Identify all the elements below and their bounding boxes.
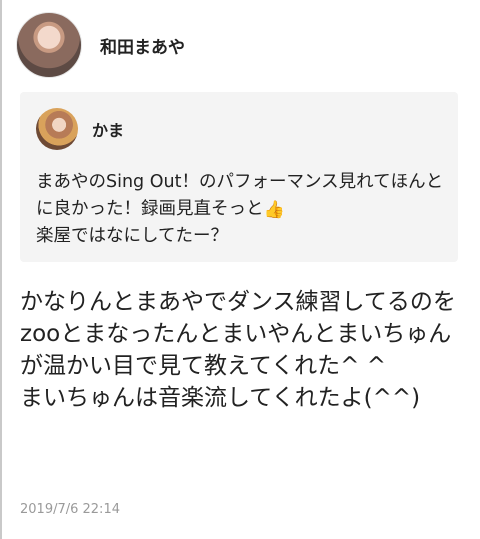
left-border: [0, 0, 2, 539]
quote-author-name: かま: [92, 121, 125, 140]
quote-text-part-2: 楽屋ではなにしてたー？: [36, 226, 228, 246]
quote-text: まあやのSing Out！のパフォーマンス見れてほんとに良かった！録画見直そっと…: [36, 169, 446, 250]
quote-author: かま: [36, 108, 124, 150]
post-author[interactable]: 和田まあや: [16, 12, 185, 78]
thumbs-up-icon: 👍: [263, 200, 285, 220]
quote-text-part-1: まあやのSing Out！のパフォーマンス見れてほんとに良かった！録画見直そっと: [36, 172, 444, 219]
quote-author-avatar: [36, 108, 78, 150]
author-name[interactable]: 和田まあや: [100, 33, 185, 58]
post-body: かなりんとまあやでダンス練習してるのをzooとまなったんとまいやんとまいちゅんが…: [20, 289, 456, 411]
quoted-message-card: かま まあやのSing Out！のパフォーマンス見れてほんとに良かった！録画見直…: [20, 92, 458, 262]
post-timestamp: 2019/7/6 22:14: [20, 502, 120, 517]
author-avatar[interactable]: [16, 12, 82, 78]
